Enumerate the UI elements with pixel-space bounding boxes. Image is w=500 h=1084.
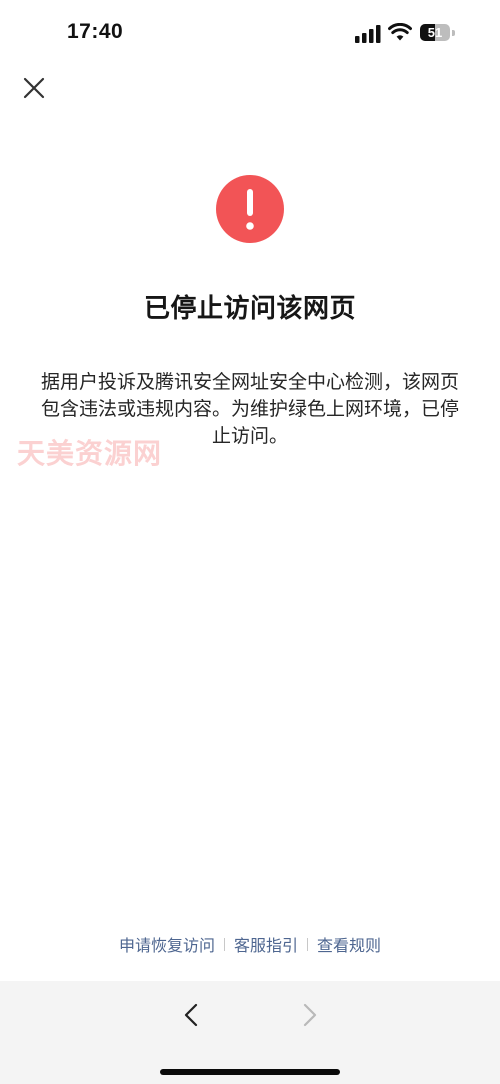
page-title: 已停止访问该网页 <box>143 294 356 324</box>
bottom-nav-bar <box>0 981 500 1084</box>
exclamation-icon <box>246 189 254 230</box>
view-rules-link[interactable]: 查看规则 <box>317 930 381 958</box>
footer-divider <box>307 937 308 951</box>
chevron-right-icon <box>303 1003 317 1027</box>
battery-cap <box>452 30 455 36</box>
footer-divider <box>223 937 225 951</box>
close-icon <box>23 77 45 99</box>
alert-icon <box>216 175 284 243</box>
home-indicator <box>160 1069 340 1075</box>
signal-icon <box>355 25 381 43</box>
chevron-left-icon <box>184 1003 198 1027</box>
back-button[interactable] <box>178 1001 206 1029</box>
request-restore-access-link[interactable]: 申请恢复访问 <box>119 930 215 958</box>
customer-service-guide-link[interactable]: 客服指引 <box>234 930 298 958</box>
close-button[interactable] <box>20 74 48 102</box>
status-bar: 17:40 51 <box>0 0 500 66</box>
footer-links: 申请恢复访问 客服指引 查看规则 <box>0 930 500 958</box>
watermark: 天美资源网 <box>17 437 163 470</box>
status-time: 17:40 <box>67 20 124 43</box>
forward-button <box>295 1001 323 1029</box>
battery-body: 51 <box>420 24 450 41</box>
battery-level: 51 <box>427 25 443 40</box>
battery-icon: 51 <box>420 24 456 43</box>
wifi-icon <box>388 23 412 41</box>
